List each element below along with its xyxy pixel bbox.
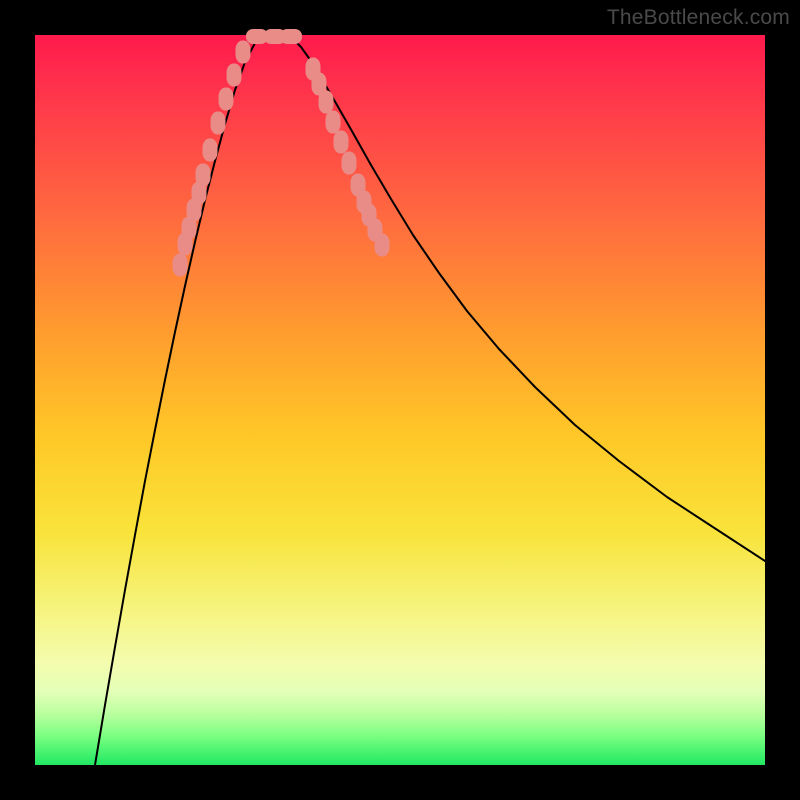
marker-left-7 xyxy=(211,112,226,135)
marker-left-8 xyxy=(219,88,234,111)
chart-svg xyxy=(35,35,765,765)
marker-left-10 xyxy=(236,41,251,64)
marker-left-6 xyxy=(203,139,218,162)
chart-frame: TheBottleneck.com xyxy=(0,0,800,800)
curve-layer xyxy=(95,35,765,765)
watermark-text: TheBottleneck.com xyxy=(607,6,790,30)
marker-left-9 xyxy=(227,64,242,87)
marker-layer xyxy=(173,29,390,277)
marker-right-3 xyxy=(326,111,341,134)
marker-right-5 xyxy=(342,152,357,175)
curve-right-curve xyxy=(287,35,765,561)
marker-left-5 xyxy=(196,164,211,187)
marker-right-2 xyxy=(319,91,334,114)
marker-right-10 xyxy=(375,234,390,257)
curve-left-curve xyxy=(95,35,265,765)
marker-right-4 xyxy=(334,131,349,154)
marker-left-0 xyxy=(173,254,188,277)
plot-area xyxy=(35,35,765,765)
marker-bottom-2 xyxy=(280,29,302,44)
